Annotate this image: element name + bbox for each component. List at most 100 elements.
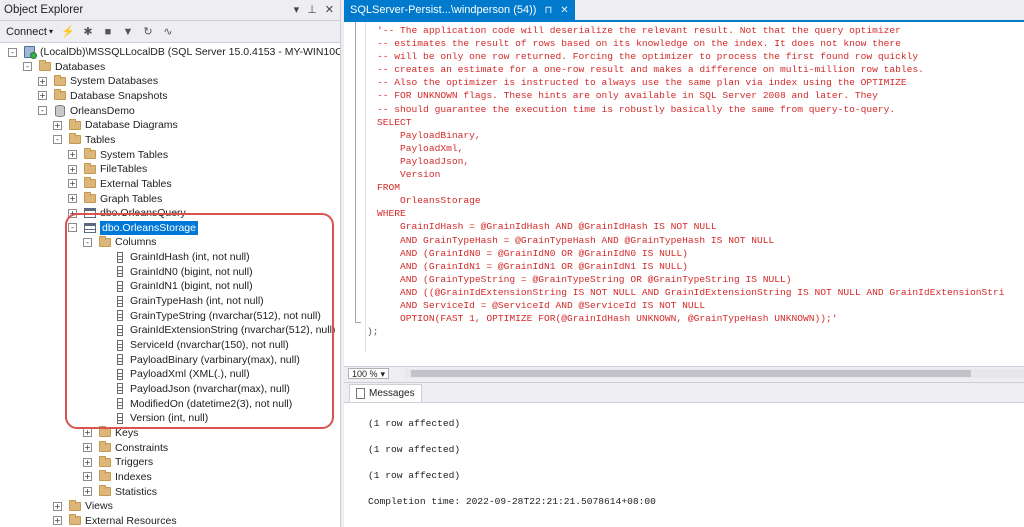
- orleansstorage-table[interactable]: - dbo.OrleansStorage: [68, 220, 198, 235]
- stop-icon[interactable]: ■: [101, 25, 115, 39]
- document-tab[interactable]: SQLServer-Persist...\windperson (54)) ⊓ …: [344, 0, 575, 20]
- object-explorer-toolbar: Connect ▾ ⚡ ✱ ■ ▼ ↻ ∿: [0, 21, 340, 43]
- expand-icon[interactable]: +: [38, 76, 47, 86]
- tab-messages-label: Messages: [369, 388, 415, 399]
- column-item[interactable]: ServiceId (nvarchar(150), not null): [98, 338, 289, 352]
- column-item[interactable]: GrainTypeHash (int, not null): [98, 294, 264, 308]
- expand-icon[interactable]: +: [83, 443, 92, 453]
- database-snapshots-folder[interactable]: + Database Snapshots: [38, 89, 167, 103]
- query-editor: SQLServer-Persist...\windperson (54)) ⊓ …: [344, 0, 1024, 380]
- collapse-icon[interactable]: -: [83, 237, 92, 247]
- keys-folder[interactable]: + Keys: [83, 426, 138, 440]
- expand-icon[interactable]: +: [68, 164, 77, 174]
- filetables-folder[interactable]: + FileTables: [68, 162, 147, 176]
- expand-icon[interactable]: +: [53, 516, 62, 526]
- collapse-icon[interactable]: -: [53, 135, 62, 145]
- tables-folder[interactable]: - Tables: [53, 133, 115, 147]
- disconnect-icon[interactable]: ✱: [81, 25, 95, 39]
- folder-icon: [83, 192, 96, 205]
- column-icon: [113, 339, 126, 352]
- column-item[interactable]: PayloadXml (XML(.), null): [98, 367, 250, 381]
- graph-tables-folder[interactable]: + Graph Tables: [68, 192, 162, 206]
- refresh-icon[interactable]: ↻: [141, 25, 155, 39]
- code-line: AND (GrainTypeString = @GrainTypeString …: [377, 273, 792, 285]
- filter-icon[interactable]: ▼: [121, 25, 135, 39]
- expand-icon[interactable]: +: [53, 120, 62, 130]
- columns-folder[interactable]: - Columns: [83, 235, 156, 249]
- close-icon[interactable]: ✕: [325, 3, 334, 16]
- collapse-icon[interactable]: -: [8, 47, 17, 57]
- indexes-folder[interactable]: + Indexes: [83, 470, 152, 484]
- server-node[interactable]: - (LocalDb)\MSSQLLocalDB (SQL Server 15.0…: [8, 45, 341, 59]
- expand-icon[interactable]: +: [53, 501, 62, 511]
- column-item[interactable]: GrainTypeString (nvarchar(512), not null…: [98, 309, 321, 323]
- pin-icon[interactable]: ⊓: [544, 5, 552, 16]
- tree-node-label: GrainTypeHash (int, not null): [130, 295, 264, 308]
- folder-icon: [98, 455, 111, 469]
- database-diagrams-folder[interactable]: + Database Diagrams: [53, 118, 178, 132]
- views-folder[interactable]: + Views: [53, 499, 113, 513]
- expand-icon[interactable]: +: [83, 457, 92, 467]
- tree-node-label: (LocalDb)\MSSQLLocalDB (SQL Server 15.0.…: [40, 46, 341, 58]
- expand-icon[interactable]: +: [83, 487, 92, 496]
- external-tables-folder[interactable]: + External Tables: [68, 177, 172, 191]
- constraints-folder[interactable]: + Constraints: [83, 441, 168, 455]
- code-line: WHERE: [377, 208, 406, 220]
- folder-icon: [53, 74, 66, 88]
- zoom-select[interactable]: 100 % ▾: [348, 368, 390, 379]
- expand-icon[interactable]: +: [38, 91, 47, 101]
- dropdown-icon[interactable]: ▾: [294, 3, 300, 16]
- expand-icon[interactable]: +: [68, 208, 77, 218]
- tree-node-label: System Databases: [70, 75, 159, 88]
- table-icon: [83, 221, 96, 234]
- column-item[interactable]: GrainIdN0 (bigint, not null): [98, 265, 253, 279]
- triggers-folder[interactable]: + Triggers: [83, 455, 153, 469]
- column-item[interactable]: Version (int, null): [98, 411, 208, 425]
- collapse-icon[interactable]: -: [38, 106, 47, 116]
- connect-button[interactable]: Connect ▾: [4, 24, 55, 40]
- database-icon: [53, 104, 66, 117]
- column-item[interactable]: ModifiedOn (datetime2(3), not null): [98, 397, 292, 411]
- collapse-icon[interactable]: -: [68, 223, 77, 233]
- code-line: );: [367, 326, 379, 338]
- connect-icon[interactable]: ⚡: [61, 25, 75, 39]
- message-line: (1 row affected): [368, 470, 461, 481]
- column-item[interactable]: PayloadBinary (varbinary(max), null): [98, 353, 300, 367]
- close-icon[interactable]: ✕: [560, 5, 568, 16]
- folder-icon: [98, 441, 111, 454]
- external-resources-folder[interactable]: + External Resources: [53, 514, 177, 527]
- tree-node-label: Keys: [115, 426, 139, 439]
- tab-messages[interactable]: Messages: [349, 384, 422, 402]
- expand-icon[interactable]: +: [68, 150, 77, 160]
- activity-monitor-icon[interactable]: ∿: [161, 25, 175, 39]
- code-area[interactable]: '-- The application code will deserializ…: [344, 22, 1024, 352]
- tree-node-label: Statistics: [115, 485, 158, 498]
- column-icon: [113, 251, 126, 264]
- expand-icon[interactable]: +: [83, 428, 92, 438]
- column-item[interactable]: GrainIdExtensionString (nvarchar(512), n…: [98, 323, 335, 337]
- scrollbar-thumb[interactable]: [411, 370, 971, 377]
- pin-icon[interactable]: ⊥: [307, 3, 317, 16]
- collapse-icon[interactable]: -: [23, 62, 32, 72]
- horizontal-scrollbar[interactable]: [405, 369, 1024, 378]
- orleansquery-table[interactable]: + dbo.OrleansQuery: [68, 206, 186, 220]
- column-item[interactable]: PayloadJson (nvarchar(max), null): [98, 382, 290, 396]
- expand-icon[interactable]: +: [68, 194, 77, 203]
- orleansdemo-database[interactable]: - OrleansDemo: [38, 104, 135, 118]
- system-databases-folder[interactable]: + System Databases: [38, 74, 158, 88]
- system-tables-folder[interactable]: + System Tables: [68, 148, 168, 162]
- column-item[interactable]: GrainIdN1 (bigint, not null): [98, 279, 253, 293]
- statistics-folder[interactable]: + Statistics: [83, 485, 157, 499]
- column-item[interactable]: GrainIdHash (int, not null): [98, 250, 250, 264]
- expand-icon[interactable]: +: [68, 179, 77, 189]
- databases-folder[interactable]: - Databases: [23, 60, 105, 74]
- expand-icon[interactable]: +: [83, 472, 92, 482]
